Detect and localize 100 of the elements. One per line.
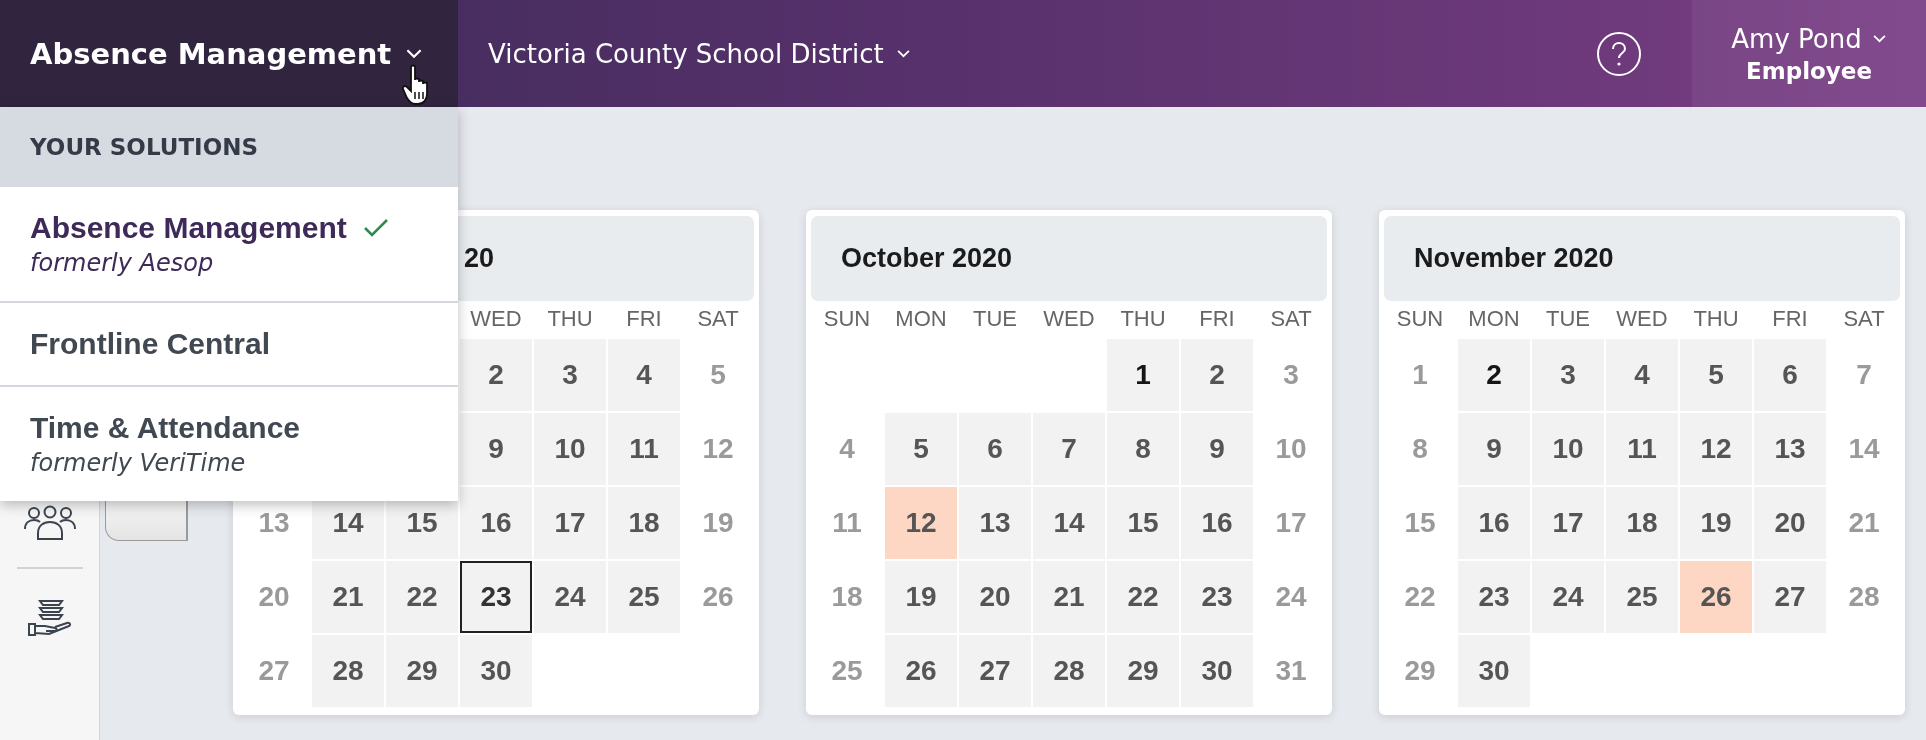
calendar-day[interactable]: 25 [1606, 561, 1678, 633]
people-icon[interactable] [23, 505, 76, 541]
calendar-day[interactable]: 11 [608, 413, 680, 485]
calendar-day[interactable]: 24 [1532, 561, 1604, 633]
weekday-label: WED [1042, 305, 1096, 333]
calendar-day[interactable]: 23 [460, 561, 532, 633]
calendar-day[interactable]: 13 [959, 487, 1031, 559]
calendar-day[interactable]: 9 [460, 413, 532, 485]
weekday-label: FRI [625, 305, 663, 333]
district-selector[interactable]: Victoria County School District [458, 38, 911, 69]
menu-item-subtitle: formerly VeriTime [30, 449, 247, 477]
calendar-day[interactable]: 29 [1107, 635, 1179, 707]
weekday-label: SUN [822, 305, 872, 333]
calendar-day[interactable]: 4 [608, 339, 680, 411]
calendar-day[interactable]: 16 [1181, 487, 1253, 559]
menu-item-title: Frontline Central [30, 327, 270, 361]
calendar-day[interactable]: 28 [312, 635, 384, 707]
calendar-day[interactable]: 2 [1181, 339, 1253, 411]
help-icon[interactable] [1596, 30, 1642, 77]
calendar-day[interactable]: 11 [1606, 413, 1678, 485]
calendar-day[interactable]: 17 [1532, 487, 1604, 559]
calendar-day[interactable]: 16 [460, 487, 532, 559]
weekday-label: SAT [1842, 305, 1886, 333]
calendar-day[interactable]: 26 [1680, 561, 1752, 633]
calendar-day[interactable]: 9 [1181, 413, 1253, 485]
menu-item-subtitle: formerly Aesop [30, 249, 215, 277]
weekday-label: THU [1692, 305, 1740, 333]
app-switcher[interactable]: Absence Management [0, 0, 458, 107]
calendar-day[interactable]: 18 [1606, 487, 1678, 559]
weekday-label: TUE [972, 305, 1018, 333]
calendar-day[interactable]: 21 [1033, 561, 1105, 633]
month-title: November 2020 [1414, 243, 1614, 274]
calendar-day[interactable]: 22 [386, 561, 458, 633]
calendar-day[interactable]: 1 [1107, 339, 1179, 411]
weekday-label: THU [546, 305, 594, 333]
calendar-day[interactable]: 12 [885, 487, 957, 559]
calendar-day[interactable]: 28 [1033, 635, 1105, 707]
menu-item-title: Absence Management [30, 211, 347, 245]
weekday-label: MON [1467, 305, 1521, 333]
calendar-day[interactable]: 3 [534, 339, 606, 411]
calendar-day[interactable]: 22 [1107, 561, 1179, 633]
calendar-day[interactable]: 6 [959, 413, 1031, 485]
calendar-day[interactable]: 18 [608, 487, 680, 559]
hand-with-stack-icon[interactable] [27, 597, 72, 637]
weekday-label: WED [1615, 305, 1669, 333]
weekday-label: SAT [696, 305, 740, 333]
chevron-down-icon [1871, 34, 1887, 43]
calendar-day[interactable]: 5 [885, 413, 957, 485]
calendar-day[interactable]: 23 [1458, 561, 1530, 633]
calendar-day[interactable]: 30 [1181, 635, 1253, 707]
calendar-day[interactable]: 6 [1754, 339, 1826, 411]
calendar-day[interactable]: 4 [1606, 339, 1678, 411]
month-title: 20 [464, 243, 495, 274]
menu-item-title: Time & Attendance [30, 411, 301, 445]
menu-item[interactable]: Frontline Central [0, 303, 458, 387]
weekday-label: SAT [1269, 305, 1313, 333]
calendar-day[interactable]: 29 [386, 635, 458, 707]
user-name: Amy Pond [1731, 23, 1862, 54]
chevron-down-icon [405, 48, 424, 59]
weekday-label: TUE [1545, 305, 1591, 333]
calendar-day[interactable]: 20 [1754, 487, 1826, 559]
chevron-down-icon [895, 49, 911, 58]
calendar-day[interactable]: 9 [1458, 413, 1530, 485]
calendar-day[interactable]: 24 [534, 561, 606, 633]
calendar-day[interactable]: 27 [959, 635, 1031, 707]
calendar-day[interactable]: 20 [959, 561, 1031, 633]
checkmark-icon [362, 218, 389, 238]
weekday-label: MON [894, 305, 948, 333]
calendar-day[interactable]: 21 [312, 561, 384, 633]
calendar-day[interactable]: 10 [534, 413, 606, 485]
calendar-day[interactable]: 19 [885, 561, 957, 633]
calendar-day[interactable]: 13 [1754, 413, 1826, 485]
weekday-label: WED [469, 305, 523, 333]
calendar-day[interactable]: 3 [1532, 339, 1604, 411]
calendar-day[interactable]: 2 [1458, 339, 1530, 411]
weekday-label: SUN [1395, 305, 1445, 333]
calendar-day[interactable]: 12 [1680, 413, 1752, 485]
calendar-day[interactable]: 7 [1033, 413, 1105, 485]
calendar-day[interactable]: 30 [1458, 635, 1530, 707]
menu-heading: YOUR SOLUTIONS [0, 107, 458, 187]
weekday-label: THU [1119, 305, 1167, 333]
calendar-day[interactable]: 27 [1754, 561, 1826, 633]
menu-item[interactable]: Absence Management formerly Aesop [0, 187, 458, 303]
calendar-day[interactable]: 14 [1033, 487, 1105, 559]
month-title: October 2020 [841, 243, 1013, 274]
calendar-day[interactable]: 8 [1107, 413, 1179, 485]
calendar-day[interactable]: 5 [1680, 339, 1752, 411]
calendar-day[interactable]: 19 [1680, 487, 1752, 559]
calendar-day[interactable]: 15 [1107, 487, 1179, 559]
calendar-day[interactable]: 25 [608, 561, 680, 633]
calendar-day[interactable]: 2 [460, 339, 532, 411]
weekday-label: FRI [1198, 305, 1236, 333]
user-menu[interactable]: Amy Pond Employee [1692, 0, 1926, 107]
user-role: Employee [1746, 57, 1872, 84]
calendar-day[interactable]: 26 [885, 635, 957, 707]
calendar-day[interactable]: 23 [1181, 561, 1253, 633]
calendar-day[interactable]: 17 [534, 487, 606, 559]
calendar-day[interactable]: 10 [1532, 413, 1604, 485]
calendar-day[interactable]: 30 [460, 635, 532, 707]
calendar-day[interactable]: 16 [1458, 487, 1530, 559]
